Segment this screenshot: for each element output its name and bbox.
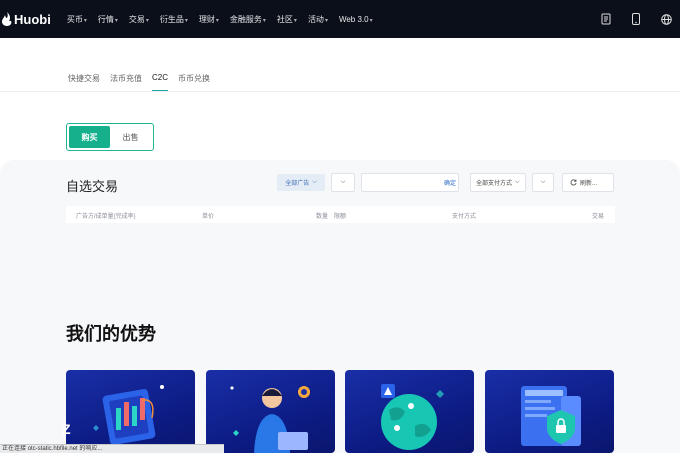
chevron-down-icon: ⌵ (540, 179, 546, 185)
browser-status-bar: 正在连接 otc-static.hbfile.net 的响应... (0, 444, 224, 453)
nav-item[interactable]: 金融服务▾ (230, 14, 266, 25)
nav-item-label: 买币 (66, 14, 83, 24)
nav-item-label: Web 3.0 (338, 14, 369, 24)
col-trade: 交易 (592, 214, 605, 220)
ads-table-header: 广告方/成单量(完成率) 单价 数量 限额 支付方式 交易 (66, 206, 615, 223)
caret-down-icon: ▾ (184, 17, 188, 24)
col-price: 单价 (202, 214, 215, 220)
huobi-flame-icon (2, 12, 12, 26)
nav-item-label: 衍生品 (159, 14, 184, 24)
globe-icon[interactable] (658, 11, 674, 27)
security-shield-illustration (521, 386, 581, 446)
c2c-subtabs: 快捷交易 法币充值 C2C 币币兑换 (68, 73, 220, 92)
chevron-down-icon: ⌵ (312, 179, 317, 185)
country-filter-dropdown[interactable]: ⌵ (532, 173, 554, 192)
mobile-icon[interactable] (628, 11, 644, 27)
top-nav: Huobi 买币▾ 行情▾ 交易▾ 衍生品▾ 理财▾ 金融服务▾ 社区▾ 活动▾ Web 3.0… (0, 0, 680, 38)
nav-item-label: 金融服务 (229, 14, 262, 24)
nav-item-label: 理财 (198, 14, 215, 24)
brand-name: Huobi (14, 11, 51, 27)
globe-illustration (381, 384, 444, 450)
nav-item[interactable]: 行情▾ (98, 14, 118, 25)
subtab[interactable]: 法币充值 (110, 73, 142, 92)
nav-item[interactable]: 社区▾ (277, 14, 297, 25)
nav-item-label: 交易 (128, 14, 145, 24)
nav-item-label: 社区 (276, 14, 293, 24)
partial-logo-glyph: Z (62, 421, 71, 437)
nav-item-label: 活动 (307, 14, 324, 24)
caret-down-icon: ▾ (215, 17, 219, 24)
amount-search-input[interactable] (365, 175, 441, 190)
advantage-card-chart (66, 370, 195, 453)
caret-down-icon: ▾ (145, 17, 149, 24)
brand-logo[interactable]: Huobi (2, 12, 51, 27)
subtabs-divider (0, 91, 680, 92)
ads-filter-label: 全部广告 (285, 181, 310, 187)
advantage-card-security (485, 370, 614, 453)
refresh-button[interactable]: 刷新... (562, 173, 614, 192)
col-advertiser: 广告方/成单量(完成率) (76, 214, 136, 220)
subtab[interactable]: 快捷交易 (68, 73, 100, 92)
caret-down-icon: ▾ (369, 17, 373, 24)
caret-down-icon: ▾ (114, 17, 118, 24)
chevron-down-icon: ⌵ (340, 179, 346, 185)
subtab[interactable]: C2C (152, 73, 169, 92)
currency-filter-dropdown[interactable]: ⌵ (331, 173, 355, 192)
nav-item[interactable]: 交易▾ (129, 14, 149, 25)
nav-item[interactable]: 买币▾ (67, 14, 87, 25)
sell-button[interactable]: 出售 (110, 126, 151, 148)
subtab[interactable]: 币币兑换 (178, 73, 210, 92)
nav-item[interactable]: Web 3.0▾ (339, 15, 373, 24)
caret-down-icon: ▾ (83, 17, 87, 24)
confirm-button[interactable]: 确定 (444, 178, 456, 187)
document-icon[interactable] (598, 11, 614, 27)
buy-button[interactable]: 购买 (69, 126, 110, 148)
nav-right-tools (584, 11, 674, 27)
amount-search-box: 确定 (361, 173, 459, 192)
caret-down-icon: ▾ (324, 17, 328, 24)
refresh-label: 刷新... (580, 181, 598, 187)
nav-item[interactable]: 活动▾ (308, 14, 328, 25)
support-agent-illustration (230, 386, 310, 453)
col-limit: 限额 (334, 214, 347, 220)
nav-item[interactable]: 衍生品▾ (160, 14, 188, 25)
caret-down-icon: ▾ (293, 17, 297, 24)
nav-item[interactable]: 理财▾ (199, 14, 219, 25)
col-quantity: 数量 (316, 214, 329, 220)
advantage-card-global (345, 370, 474, 453)
ads-filter-dropdown[interactable]: 全部广告 ⌵ (277, 174, 325, 191)
caret-down-icon: ▾ (262, 17, 266, 24)
col-payment: 支付方式 (452, 214, 477, 220)
payment-filter-dropdown[interactable]: 全部支付方式 ⌵ (470, 173, 526, 192)
chart-tablet-illustration (93, 385, 164, 445)
refresh-icon (570, 179, 577, 186)
chevron-down-icon: ⌵ (515, 179, 520, 185)
advantage-card-support (206, 370, 335, 453)
buy-sell-toggle: 购买 出售 (66, 123, 154, 151)
advantages-title: 我们的优势 (66, 324, 156, 344)
main-menu: 买币▾ 行情▾ 交易▾ 衍生品▾ 理财▾ 金融服务▾ 社区▾ 活动▾ Web 3.0▾ (67, 14, 384, 25)
nav-item-label: 行情 (97, 14, 114, 24)
payment-filter-label: 全部支付方式 (476, 181, 513, 187)
panel-title: 自选交易 (66, 179, 119, 194)
